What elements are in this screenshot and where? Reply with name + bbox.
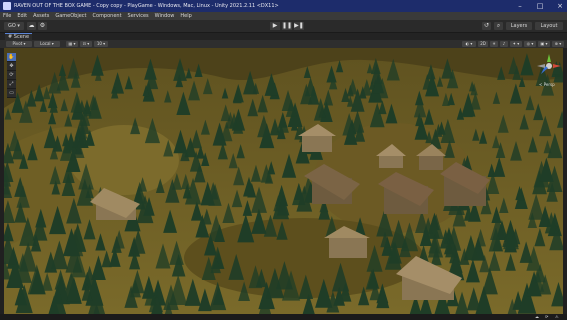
title-bar: RAVEN OUT OF THE BOX GAME - Copy copy - … <box>0 0 567 12</box>
window-title: RAVEN OUT OF THE BOX GAME - Copy copy - … <box>14 3 279 9</box>
unity-logo-icon <box>3 2 11 10</box>
y-axis-cone-icon[interactable] <box>547 54 551 62</box>
move-tool-button[interactable]: ✥ <box>7 62 16 71</box>
snap-dropdown[interactable]: ⊡ ▾ <box>80 41 92 47</box>
audio-toggle-icon[interactable]: ♪ <box>500 41 508 47</box>
hand-tool-button[interactable]: ✋ <box>7 53 16 62</box>
main-toolbar: GO ▾ ☁ ⚙ ▶ ❚❚ ▶❚ ↺ ⌕ Layers Layout <box>0 20 567 33</box>
history-icon[interactable]: ↺ <box>482 22 491 30</box>
draw-mode-dropdown[interactable]: ◐ ▾ <box>462 41 476 47</box>
scale-tool-button[interactable]: ⤢ <box>7 80 16 89</box>
window-controls: – □ × <box>515 0 565 12</box>
menu-assets[interactable]: Assets <box>30 13 52 19</box>
x-axis-cone-icon[interactable] <box>553 64 561 68</box>
menu-window[interactable]: Window <box>152 13 178 19</box>
progress-icon: ⟳ <box>545 314 549 319</box>
pause-button[interactable]: ❚❚ <box>282 22 292 30</box>
collab-gear-icon[interactable]: ⚙ <box>38 22 47 30</box>
status-bar: ☁ ⟳ ⚠ <box>0 314 567 320</box>
collab-status-icon[interactable]: ☁ <box>535 314 539 320</box>
menu-file[interactable]: File <box>0 13 14 19</box>
scene-toolbar: Pivot ▾ Local ▾ ▦ ▾ ⊡ ▾ 10 ▾ ◐ ▾ 2D ☀ ♪ … <box>0 40 567 48</box>
lighting-toggle-icon[interactable]: ☀ <box>490 41 498 47</box>
local-dropdown[interactable]: Local ▾ <box>34 41 60 47</box>
menu-component[interactable]: Component <box>90 13 125 19</box>
hidden-objects-dropdown[interactable]: ◎ ▾ <box>524 41 536 47</box>
cloud-icon[interactable]: ☁ <box>27 22 36 30</box>
menu-edit[interactable]: Edit <box>14 13 30 19</box>
rect-tool-button[interactable]: ▭ <box>7 89 16 98</box>
grid-dropdown[interactable]: ▦ ▾ <box>66 41 78 47</box>
scene-tools-palette: ✋ ✥ ⟳ ⤢ ▭ <box>7 53 16 98</box>
minimize-button[interactable]: – <box>515 0 525 12</box>
step-button[interactable]: ▶❚ <box>294 22 304 30</box>
layers-dropdown[interactable]: Layers <box>506 22 532 30</box>
menu-bar: File Edit Assets GameObject Component Se… <box>0 12 567 20</box>
menu-help[interactable]: Help <box>177 13 194 19</box>
play-button[interactable]: ▶ <box>270 22 280 30</box>
pivot-dropdown[interactable]: Pivot ▾ <box>6 41 32 47</box>
account-dropdown[interactable]: GO ▾ <box>4 22 24 30</box>
rotate-tool-button[interactable]: ⟳ <box>7 71 16 80</box>
menu-gameobject[interactable]: GameObject <box>52 13 89 19</box>
unity-editor-window: RAVEN OUT OF THE BOX GAME - Copy copy - … <box>0 0 567 320</box>
scene-tab-bar: # Scene <box>0 33 567 41</box>
maximize-button[interactable]: □ <box>535 0 545 12</box>
effects-dropdown[interactable]: ✦ ▾ <box>510 41 522 47</box>
terrain-render <box>4 48 563 314</box>
search-icon[interactable]: ⌕ <box>494 22 503 30</box>
orientation-gizmo[interactable] <box>536 52 562 82</box>
layout-dropdown[interactable]: Layout <box>535 22 563 30</box>
menu-services[interactable]: Services <box>125 13 152 19</box>
console-icon[interactable]: ⚠ <box>555 314 559 320</box>
scene-viewport[interactable] <box>4 48 563 314</box>
close-button[interactable]: × <box>555 0 565 12</box>
perspective-label[interactable]: < Persp <box>539 82 555 87</box>
camera-dropdown[interactable]: ▣ ▾ <box>538 41 550 47</box>
increment-dropdown[interactable]: 10 ▾ <box>94 41 108 47</box>
gizmos-dropdown[interactable]: ⊕ ▾ <box>552 41 564 47</box>
toggle-2d-button[interactable]: 2D <box>478 41 488 47</box>
